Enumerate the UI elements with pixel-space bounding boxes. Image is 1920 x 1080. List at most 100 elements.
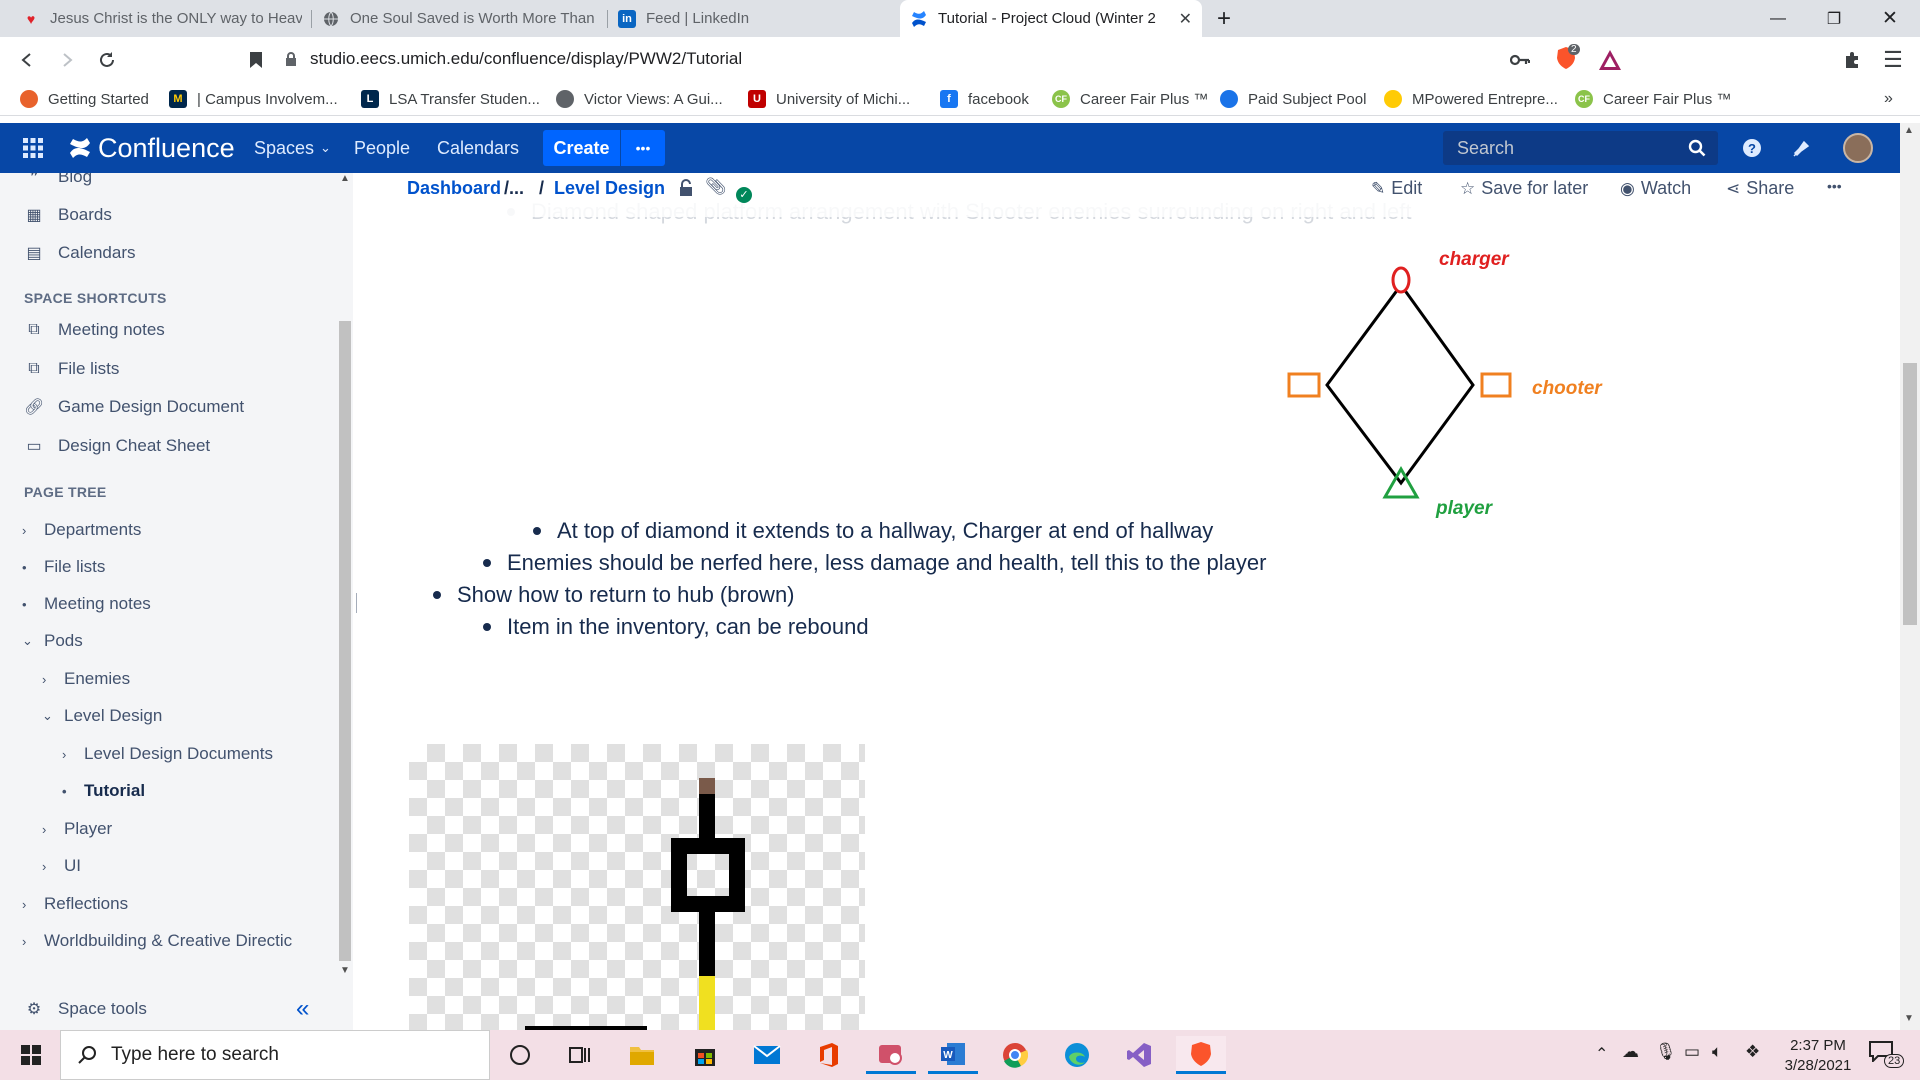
bookmark-icon[interactable] [241,45,271,75]
brave-rewards-icon[interactable] [1598,49,1622,76]
back-button[interactable] [12,45,42,75]
bookmark-item[interactable]: U University of Michi... [748,88,910,110]
tree-item-worldbuilding[interactable]: › Worldbuilding & Creative Directic [22,928,292,954]
restrictions-lock-icon[interactable] [678,179,694,202]
breadcrumb-dashboard[interactable]: Dashboard [407,178,501,199]
search-input[interactable]: Search [1443,131,1718,165]
office-icon[interactable] [804,1036,854,1074]
sidebar-item-calendars[interactable]: ▤ Calendars [24,239,135,267]
share-button[interactable]: ⋖ Share [1726,178,1794,199]
menu-icon[interactable]: ☰ [1878,45,1908,75]
store-icon[interactable] [680,1036,730,1074]
page-scroll-thumb[interactable] [1903,363,1917,625]
sidebar-item-boards[interactable]: ▦ Boards [24,201,111,229]
new-tab-button[interactable]: + [1199,0,1249,37]
extensions-icon[interactable] [1838,45,1868,75]
page-scrollbar[interactable]: ▲ ▼ [1900,123,1920,1030]
sidebar-scroll-thumb[interactable] [339,321,351,961]
shortcut-game-design-document[interactable]: 🔗︎ Game Design Document [24,393,244,421]
clock[interactable]: 2:37 PM 3/28/2021 [1768,1036,1868,1076]
scroll-down-icon[interactable]: ▼ [337,965,353,979]
browser-tab[interactable]: in Feed | LinkedIn [608,0,898,37]
shortcut-design-cheat-sheet[interactable]: ▭ Design Cheat Sheet [24,432,210,460]
nav-calendars[interactable]: Calendars [437,123,519,173]
bookmark-item[interactable]: Getting Started [20,88,149,110]
snip-tool-icon[interactable] [866,1036,916,1074]
browser-tab-active[interactable]: Tutorial - Project Cloud (Winter 2 ✕ [900,0,1202,37]
bookmark-item[interactable]: Victor Views: A Gui... [556,88,723,110]
create-button[interactable]: Create [543,130,621,166]
cortana-icon[interactable] [495,1036,545,1074]
address-bar[interactable]: studio.eecs.umich.edu/confluence/display… [284,41,1644,77]
restore-button[interactable]: ❐ [1806,0,1862,37]
help-icon[interactable]: ? [1742,123,1762,173]
windows-start-icon[interactable] [6,1036,56,1074]
microphone-icon[interactable]: 🎙︎ [1655,1042,1677,1062]
mail-icon[interactable] [742,1036,792,1074]
scroll-down-icon[interactable]: ▼ [1904,1013,1914,1024]
more-bookmarks-icon[interactable]: » [1884,88,1893,110]
bookmark-item[interactable]: CF Career Fair Plus ™ [1575,88,1731,110]
tree-item-pods[interactable]: ⌄ Pods [22,628,83,654]
action-center-icon[interactable]: 23 [1868,1040,1908,1072]
create-more-button[interactable]: ••• [621,130,665,166]
bookmark-item[interactable]: Paid Subject Pool [1220,88,1366,110]
shortcut-meeting-notes[interactable]: ⧉ Meeting notes [24,316,165,344]
watch-button[interactable]: ◉ Watch [1620,178,1691,199]
notifications-icon[interactable] [1792,123,1812,173]
tree-item-player[interactable]: › Player [42,816,112,842]
confluence-logo[interactable]: Confluence [68,123,235,173]
tree-item-level-design-documents[interactable]: › Level Design Documents [62,741,273,767]
tree-item-enemies[interactable]: › Enemies [42,666,130,692]
tree-item-ui[interactable]: › UI [42,853,81,879]
avatar[interactable] [1843,123,1873,173]
brave-taskbar-icon[interactable] [1176,1036,1226,1074]
battery-icon[interactable]: ▭ [1684,1042,1700,1062]
browser-tab[interactable]: ♥ Jesus Christ is the ONLY way to Heave [12,0,312,37]
forward-button[interactable] [52,45,82,75]
task-view-icon[interactable] [555,1036,605,1074]
collapse-sidebar-button[interactable]: « [296,995,309,1023]
edit-button[interactable]: ✎ Edit [1371,178,1422,199]
attachment-icon[interactable]: 📎︎ [705,177,727,197]
taskbar-search-input[interactable]: Type here to search [60,1030,490,1080]
bookmark-item[interactable]: f facebook [940,88,1029,110]
chrome-icon[interactable] [990,1036,1040,1074]
visual-studio-icon[interactable] [1114,1036,1164,1074]
brave-shields-icon[interactable]: 2 [1555,44,1585,74]
browser-tab[interactable]: One Soul Saved is Worth More Than A [312,0,607,37]
breadcrumb-level-design[interactable]: Level Design [554,178,665,199]
space-tools-button[interactable]: ⚙ Space tools [24,995,147,1023]
tree-item-reflections[interactable]: › Reflections [22,891,128,917]
minimize-button[interactable]: — [1750,0,1806,37]
edge-icon[interactable] [1052,1036,1102,1074]
key-icon[interactable] [1505,45,1535,75]
volume-icon[interactable]: 🔈︎ [1712,1042,1722,1062]
tree-item-tutorial[interactable]: • Tutorial [62,778,145,804]
nav-people[interactable]: People [354,123,410,173]
close-tab-icon[interactable]: ✕ [1179,9,1192,29]
bookmark-item[interactable]: CF Career Fair Plus ™ [1052,88,1208,110]
save-for-later-button[interactable]: ☆ Save for later [1460,178,1588,199]
sidebar-scrollbar[interactable]: ▲ ▼ [337,173,353,1030]
file-explorer-icon[interactable] [617,1036,667,1074]
tree-item-meeting-notes[interactable]: • Meeting notes [22,591,151,617]
scroll-up-icon[interactable]: ▲ [337,173,353,187]
bookmark-item[interactable]: M | Campus Involvem... [169,88,338,110]
bookmark-item[interactable]: MPowered Entrepre... [1384,88,1558,110]
shortcut-file-lists[interactable]: ⧉ File lists [24,355,119,383]
reload-button[interactable] [92,45,122,75]
more-actions-button[interactable]: ••• [1827,178,1842,194]
tree-item-level-design[interactable]: ⌄ Level Design [42,703,162,729]
close-window-button[interactable]: ✕ [1862,0,1918,37]
tree-item-departments[interactable]: › Departments [22,517,141,543]
sidebar-item-blog[interactable]: ❞ Blog [24,173,92,191]
nav-spaces[interactable]: Spaces ⌄ [254,123,331,173]
onedrive-icon[interactable]: ☁ [1622,1042,1639,1062]
scroll-up-icon[interactable]: ▲ [1904,125,1914,136]
tree-item-file-lists[interactable]: • File lists [22,554,105,580]
show-hidden-icons[interactable]: ⌃ [1595,1044,1608,1064]
dropbox-icon[interactable]: ❖ [1745,1042,1760,1062]
bookmark-item[interactable]: L LSA Transfer Studen... [361,88,540,110]
word-icon[interactable]: W [928,1036,978,1074]
